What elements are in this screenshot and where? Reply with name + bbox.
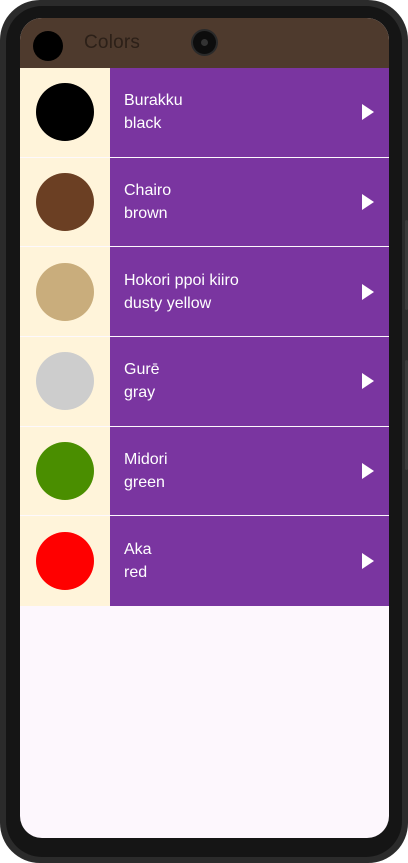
english-label: brown <box>124 205 168 223</box>
english-label: dusty yellow <box>124 294 212 312</box>
swatch-cell <box>20 426 110 516</box>
play-icon[interactable] <box>362 463 374 480</box>
romaji-label: Gurē <box>124 361 160 379</box>
swatch-cell <box>20 337 110 426</box>
color-swatch <box>36 442 94 501</box>
app-logo-icon <box>33 31 63 61</box>
romaji-label: Burakku <box>124 92 183 110</box>
english-label: green <box>124 474 165 492</box>
romaji-label: Aka <box>124 541 152 559</box>
color-info: Aka red <box>110 516 389 607</box>
app-bar: Colors <box>20 18 389 68</box>
romaji-label: Midori <box>124 451 168 469</box>
play-icon[interactable] <box>362 373 374 390</box>
app-screen: Colors Burakku black Chairo brown Hokori… <box>20 18 389 838</box>
play-icon[interactable] <box>362 104 374 121</box>
color-row-brown[interactable]: Chairo brown <box>20 157 389 248</box>
color-info: Chairo brown <box>110 157 389 247</box>
english-label: red <box>124 564 148 582</box>
app-title: Colors <box>84 32 141 53</box>
front-camera-icon <box>193 31 216 54</box>
play-icon[interactable] <box>362 553 374 570</box>
color-swatch <box>36 83 94 142</box>
color-row-gray[interactable]: Gurē gray <box>20 337 389 427</box>
swatch-cell <box>20 68 110 157</box>
color-list: Burakku black Chairo brown Hokori ppoi k… <box>20 68 389 607</box>
color-swatch <box>36 532 94 591</box>
color-info: Burakku black <box>110 68 389 157</box>
color-row-green[interactable]: Midori green <box>20 426 389 517</box>
color-info: Midori green <box>110 426 389 516</box>
romaji-label: Hokori ppoi kiiro <box>124 271 239 289</box>
play-icon[interactable] <box>362 194 374 211</box>
swatch-cell <box>20 247 110 337</box>
english-label: black <box>124 115 162 133</box>
play-icon[interactable] <box>362 283 374 300</box>
english-label: gray <box>124 384 156 402</box>
color-row-black[interactable]: Burakku black <box>20 68 389 158</box>
color-row-dusty-yellow[interactable]: Hokori ppoi kiiro dusty yellow <box>20 247 389 338</box>
swatch-cell <box>20 157 110 247</box>
swatch-cell <box>20 516 110 607</box>
color-info: Gurē gray <box>110 337 389 426</box>
color-info: Hokori ppoi kiiro dusty yellow <box>110 247 389 337</box>
color-swatch <box>36 352 94 411</box>
color-swatch <box>36 173 94 232</box>
romaji-label: Chairo <box>124 182 172 200</box>
phone-frame: Colors Burakku black Chairo brown Hokori… <box>0 0 408 863</box>
color-row-red[interactable]: Aka red <box>20 516 389 607</box>
color-swatch <box>36 262 94 321</box>
